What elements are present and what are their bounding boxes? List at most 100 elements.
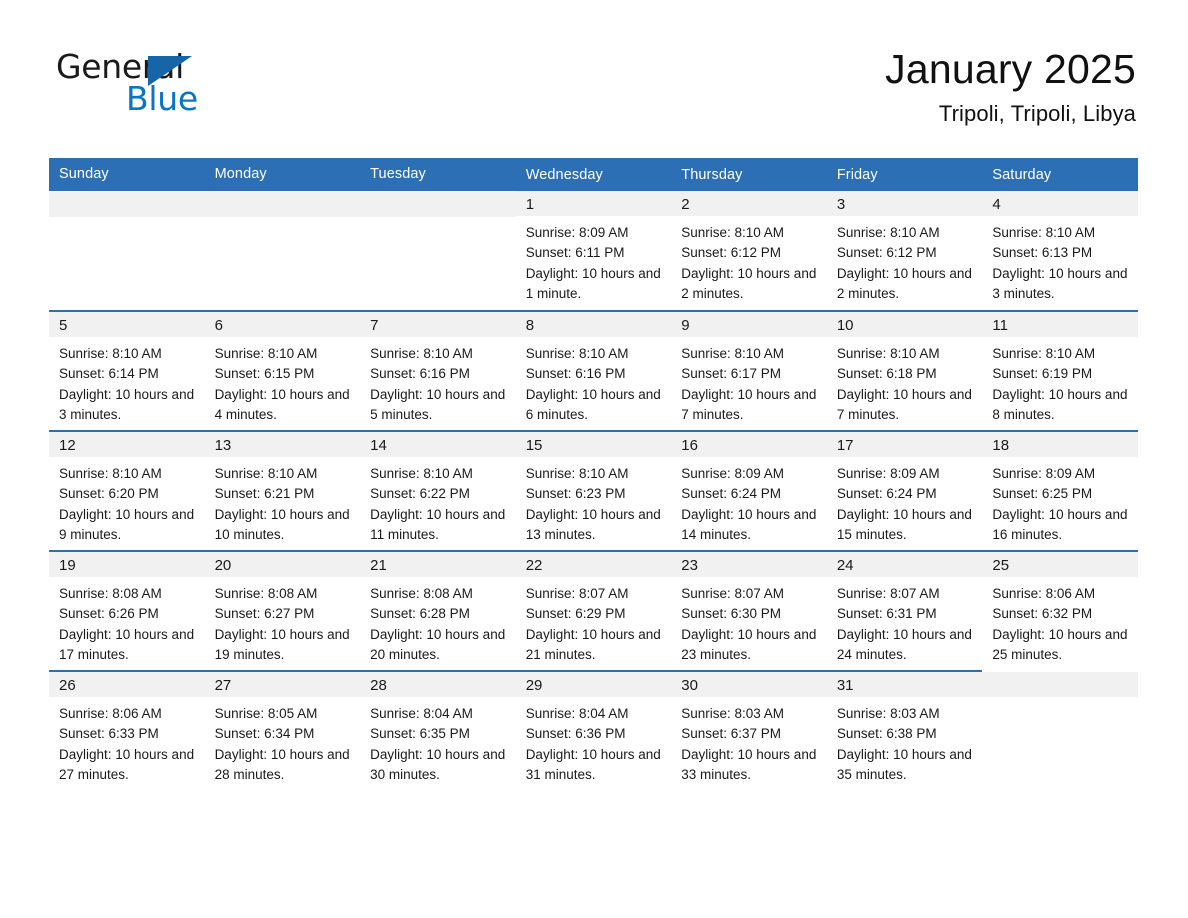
sunset-text: Sunset: 6:35 PM [370,726,470,742]
calendar-day-cell[interactable]: 3 Sunrise: 8:10 AM Sunset: 6:12 PM Daylight… [826,191,983,311]
day-details: Sunrise: 8:06 AM Sunset: 6:33 PM Daylight:… [49,697,205,785]
day-number: 24 [826,552,983,577]
sunset-text: Sunset: 6:38 PM [836,726,937,742]
calendar-day-cell[interactable]: 28 Sunrise: 8:04 AM Sunset: 6:35 PM Dayligh… [360,670,516,790]
calendar-day-cell[interactable]: 13 Sunrise: 8:10 AM Sunset: 6:21 PM Dayligh… [204,430,361,551]
sunrise-text: Sunrise: 8:10 AM [681,346,785,361]
sunset-text: Sunset: 6:23 PM [525,486,626,502]
day-number [360,192,516,217]
calendar-day-cell[interactable]: 2 Sunrise: 8:10 AM Sunset: 6:12 PM Daylight… [671,191,827,311]
day-number: 30 [671,672,827,697]
day-number: 25 [982,552,1138,577]
calendar-day-cell[interactable]: 23 Sunrise: 8:07 AM Sunset: 6:30 PM Dayligh… [671,550,827,671]
calendar-day-cell[interactable]: 18 Sunrise: 8:09 AM Sunset: 6:25 PM Dayligh… [982,430,1138,551]
day-number: 28 [360,672,516,697]
day-number: 13 [204,432,361,457]
calendar-day-cell[interactable]: 26 Sunrise: 8:06 AM Sunset: 6:33 PM Dayligh… [49,670,205,790]
sunset-text: Sunset: 6:31 PM [836,606,937,622]
daylight-text: Daylight: 10 hours and 5 minutes. [370,386,506,422]
calendar-day-cell[interactable]: 25 Sunrise: 8:06 AM Sunset: 6:32 PM Dayligh… [982,550,1138,671]
calendar-day-cell[interactable]: 8 Sunrise: 8:10 AM Sunset: 6:16 PM Daylight… [515,310,672,431]
day-number: 31 [826,672,983,697]
calendar-day-cell[interactable]: 4 Sunrise: 8:10 AM Sunset: 6:13 PM Daylight… [982,191,1138,311]
day-number: 27 [204,672,361,697]
sunrise-text: Sunrise: 8:09 AM [992,466,1096,481]
day-number: 15 [515,432,672,457]
calendar-day-cell[interactable]: 5 Sunrise: 8:10 AM Sunset: 6:14 PM Daylight… [49,310,205,431]
day-number: 2 [671,191,827,216]
calendar-page: General Blue January 2025 Tripoli, Tripo… [0,0,1188,918]
daylight-text: Daylight: 10 hours and 27 minutes. [59,746,195,782]
sunrise-text: Sunrise: 8:07 AM [525,586,629,601]
sunset-text: Sunset: 6:14 PM [59,366,159,382]
daylight-text: Daylight: 10 hours and 15 minutes. [836,506,972,542]
calendar-day-cell[interactable]: 31 Sunrise: 8:03 AM Sunset: 6:38 PM Dayligh… [826,670,983,790]
daylight-text: Daylight: 10 hours and 2 minutes. [836,265,972,301]
sunset-text: Sunset: 6:37 PM [681,726,782,742]
sunrise-text: Sunrise: 8:06 AM [59,706,162,721]
sunrise-text: Sunrise: 8:10 AM [370,466,473,481]
calendar-day-cell[interactable]: 24 Sunrise: 8:07 AM Sunset: 6:31 PM Dayligh… [826,550,983,671]
calendar-day-cell[interactable]: 6 Sunrise: 8:10 AM Sunset: 6:15 PM Daylight… [204,310,361,431]
day-number: 7 [360,312,516,337]
daylight-text: Daylight: 10 hours and 23 minutes. [681,626,817,662]
day-number: 20 [204,552,361,577]
calendar-day-cell[interactable]: 12 Sunrise: 8:10 AM Sunset: 6:20 PM Dayligh… [49,430,205,551]
sunset-text: Sunset: 6:18 PM [836,366,937,382]
calendar-day-cell[interactable]: 10 Sunrise: 8:10 AM Sunset: 6:18 PM Dayligh… [826,310,983,431]
sunset-text: Sunset: 6:17 PM [681,366,782,382]
day-details: Sunrise: 8:10 AM Sunset: 6:15 PM Daylight:… [205,337,361,425]
calendar-day-cell[interactable]: 29 Sunrise: 8:04 AM Sunset: 6:36 PM Dayligh… [515,670,672,790]
sunrise-text: Sunrise: 8:10 AM [59,466,162,481]
day-details: Sunrise: 8:09 AM Sunset: 6:24 PM Daylight:… [827,457,983,545]
calendar-empty-cell [49,191,205,311]
sunset-text: Sunset: 6:24 PM [836,486,937,502]
daylight-text: Daylight: 10 hours and 25 minutes. [992,626,1128,662]
day-number: 19 [49,552,205,577]
sunset-text: Sunset: 6:12 PM [681,245,782,261]
sunrise-text: Sunrise: 8:04 AM [370,706,473,721]
daylight-text: Daylight: 10 hours and 1 minute. [525,265,661,301]
calendar-day-cell[interactable]: 14 Sunrise: 8:10 AM Sunset: 6:22 PM Dayligh… [360,430,516,551]
calendar-empty-cell [360,191,516,311]
weekday-header-saturday: Saturday [982,158,1138,191]
day-number: 23 [671,552,827,577]
sunrise-text: Sunrise: 8:10 AM [836,225,940,240]
sunrise-text: Sunrise: 8:05 AM [214,706,318,721]
calendar-day-cell[interactable]: 17 Sunrise: 8:09 AM Sunset: 6:24 PM Dayligh… [826,430,983,551]
sunrise-text: Sunrise: 8:07 AM [681,586,785,601]
day-number: 3 [826,191,983,216]
calendar-day-cell[interactable]: 11 Sunrise: 8:10 AM Sunset: 6:19 PM Dayligh… [982,310,1138,431]
calendar-day-cell[interactable]: 21 Sunrise: 8:08 AM Sunset: 6:28 PM Dayligh… [360,550,516,671]
daylight-text: Daylight: 10 hours and 19 minutes. [214,626,350,662]
sunset-text: Sunset: 6:24 PM [681,486,782,502]
general-blue-logo: General Blue [56,44,216,116]
day-details: Sunrise: 8:09 AM Sunset: 6:25 PM Daylight:… [982,457,1138,545]
sunset-text: Sunset: 6:29 PM [525,606,626,622]
sunrise-text: Sunrise: 8:09 AM [525,225,629,240]
calendar-day-cell[interactable]: 9 Sunrise: 8:10 AM Sunset: 6:17 PM Daylight… [671,310,827,431]
sunset-text: Sunset: 6:21 PM [214,486,315,502]
calendar-day-cell[interactable]: 19 Sunrise: 8:08 AM Sunset: 6:26 PM Dayligh… [49,550,205,671]
sunset-text: Sunset: 6:25 PM [992,486,1093,502]
day-details: Sunrise: 8:10 AM Sunset: 6:12 PM Daylight:… [827,216,983,304]
calendar-day-cell[interactable]: 16 Sunrise: 8:09 AM Sunset: 6:24 PM Dayligh… [671,430,827,551]
day-number: 1 [515,191,672,216]
calendar-day-cell[interactable]: 20 Sunrise: 8:08 AM Sunset: 6:27 PM Dayligh… [204,550,361,671]
calendar-day-cell[interactable]: 1 Sunrise: 8:09 AM Sunset: 6:11 PM Daylight… [515,191,672,311]
daylight-text: Daylight: 10 hours and 30 minutes. [370,746,506,782]
calendar-day-cell[interactable]: 15 Sunrise: 8:10 AM Sunset: 6:23 PM Dayligh… [515,430,672,551]
weekday-header-tuesday: Tuesday [360,158,516,191]
day-details: Sunrise: 8:03 AM Sunset: 6:37 PM Daylight:… [671,697,827,785]
calendar-day-cell[interactable]: 27 Sunrise: 8:05 AM Sunset: 6:34 PM Dayligh… [204,670,361,790]
sunrise-text: Sunrise: 8:06 AM [992,586,1096,601]
day-number: 29 [515,672,672,697]
weekday-header-sunday: Sunday [49,158,205,191]
calendar-day-cell[interactable]: 7 Sunrise: 8:10 AM Sunset: 6:16 PM Daylight… [360,310,516,431]
day-details: Sunrise: 8:10 AM Sunset: 6:14 PM Daylight:… [49,337,205,425]
sunset-text: Sunset: 6:30 PM [681,606,782,622]
calendar-day-cell[interactable]: 30 Sunrise: 8:03 AM Sunset: 6:37 PM Dayligh… [671,670,827,790]
calendar-day-cell[interactable]: 22 Sunrise: 8:07 AM Sunset: 6:29 PM Dayligh… [515,550,672,671]
sunrise-text: Sunrise: 8:08 AM [59,586,162,601]
sunrise-text: Sunrise: 8:10 AM [681,225,785,240]
